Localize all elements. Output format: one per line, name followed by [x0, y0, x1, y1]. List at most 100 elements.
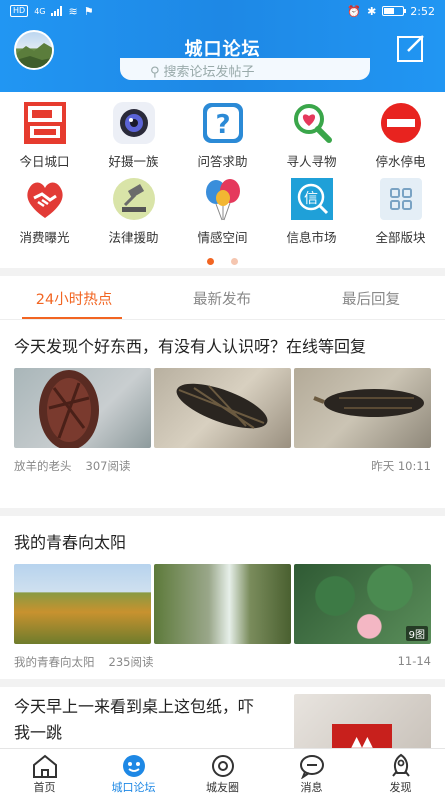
post-image[interactable]: 9图: [294, 564, 431, 644]
nav-home[interactable]: 首页: [0, 753, 89, 795]
page-dot-active[interactable]: [206, 258, 214, 265]
post-image[interactable]: [154, 564, 291, 644]
search-placeholder: 搜索论坛发帖子: [163, 65, 255, 80]
tab-latest[interactable]: 最新发布: [148, 288, 296, 309]
post-time: 11-14: [397, 654, 431, 668]
grid-item-legal[interactable]: 法律援助: [89, 174, 178, 248]
tab-bar: 24小时热点 最新发布 最后回复: [0, 276, 445, 320]
question-icon: ?: [200, 100, 246, 146]
tab-hot[interactable]: 24小时热点: [0, 288, 148, 309]
rocket-icon: [387, 753, 415, 779]
divider: [0, 679, 445, 687]
grid-item-today[interactable]: 今日城口: [0, 98, 89, 172]
post-item[interactable]: 今天早上一来看到桌上这包纸，吓我一跳 ▲▲: [14, 694, 431, 754]
svg-text:信: 信: [304, 191, 318, 207]
nav-label: 城友圈: [206, 781, 239, 794]
camera-icon: [111, 100, 157, 146]
grid-item-emotion[interactable]: 情感空间: [178, 174, 267, 248]
post-image[interactable]: [14, 564, 151, 644]
post-reads: 235阅读: [108, 655, 154, 669]
grid-label: 问答求助: [197, 154, 248, 169]
grid-label: 法律援助: [108, 230, 159, 245]
tab-last-reply[interactable]: 最后回复: [297, 288, 445, 309]
post-meta: 放羊的老头 307阅读 昨天 10:11: [14, 458, 431, 474]
grid-label: 信息市场: [286, 230, 337, 245]
grid-label: 停水停电: [375, 154, 426, 169]
search-icon: ⚲: [150, 65, 160, 80]
page-indicator: [0, 250, 445, 269]
grid-item-outage[interactable]: 停水停电: [356, 98, 445, 172]
notification-icon: ⚑: [83, 4, 94, 18]
network-label: 4G: [34, 6, 46, 16]
handshake-icon: [22, 176, 68, 222]
bottom-nav: 首页 城口论坛 城友圈 消息 发现: [0, 748, 445, 796]
image-count-badge: 9图: [405, 626, 428, 641]
category-grid: 今日城口 好摄一族 ? 问答求助 寻人寻物 停水停电 消费曝光 法律援助 情感空…: [0, 98, 445, 248]
search-input[interactable]: ⚲ 搜索论坛发帖子: [150, 64, 350, 80]
info-icon: 信: [289, 176, 335, 222]
page-dot[interactable]: [231, 258, 239, 265]
grid-label: 情感空间: [197, 230, 248, 245]
hd-badge: HD: [10, 5, 29, 17]
divider: [0, 508, 445, 516]
grid-icon: [378, 176, 424, 222]
nav-label: 首页: [33, 781, 56, 794]
post-image[interactable]: [154, 368, 291, 448]
divider: [0, 268, 445, 276]
app-header: HD 4G ≋ ⚑ ⏰ ✱ 2:52 城口论坛 ⚲ 搜索论坛发帖子: [0, 0, 445, 92]
svg-text:?: ?: [215, 110, 230, 140]
forum-icon: [120, 753, 148, 779]
post-title[interactable]: 今天早上一来看到桌上这包纸，吓我一跳: [14, 694, 264, 746]
grid-item-consumer[interactable]: 消费曝光: [0, 174, 89, 248]
post-image[interactable]: [14, 368, 151, 448]
post-title[interactable]: 我的青春向太阳: [14, 530, 431, 556]
post-images: [14, 368, 431, 448]
nav-messages[interactable]: 消息: [267, 753, 356, 795]
post-meta: 我的青春向太阳 235阅读 11-14: [14, 654, 431, 670]
post-image[interactable]: ▲▲: [294, 694, 431, 754]
tab-indicator: [22, 317, 122, 319]
grid-item-qa[interactable]: ? 问答求助: [178, 98, 267, 172]
post-item[interactable]: 今天发现个好东西，有没有人认识呀？在线等回复 放羊的老头 307阅读 昨天 10…: [14, 334, 431, 474]
post-author[interactable]: 放羊的老头: [14, 458, 72, 474]
moments-icon: [209, 753, 237, 779]
grid-item-find[interactable]: 寻人寻物: [267, 98, 356, 172]
signal-icon: [51, 6, 63, 16]
post-item[interactable]: 我的青春向太阳 9图 我的青春向太阳 235阅读 11-14: [14, 530, 431, 670]
post-time: 昨天 10:11: [371, 459, 431, 473]
gavel-icon: [111, 176, 157, 222]
nav-label: 消息: [300, 781, 323, 794]
stop-icon: [378, 100, 424, 146]
battery-icon: [382, 6, 407, 16]
search-heart-icon: [289, 100, 335, 146]
status-bar: HD 4G ≋ ⚑ ⏰ ✱ 2:52: [0, 0, 445, 22]
nav-label: 城口论坛: [111, 781, 156, 794]
nav-label: 发现: [389, 781, 412, 794]
post-reads: 307阅读: [85, 459, 131, 473]
message-icon: [298, 753, 326, 780]
grid-item-market[interactable]: 信 信息市场: [267, 174, 356, 248]
grid-item-photo[interactable]: 好摄一族: [89, 98, 178, 172]
nav-moments[interactable]: 城友圈: [178, 753, 267, 795]
wifi-icon: ≋: [68, 4, 78, 18]
grid-label: 寻人寻物: [286, 154, 337, 169]
post-image[interactable]: [294, 368, 431, 448]
nav-forum[interactable]: 城口论坛: [89, 753, 178, 795]
home-icon: [31, 753, 59, 779]
alarm-icon: ⏰: [347, 4, 362, 18]
balloons-icon: [200, 176, 246, 222]
nav-discover[interactable]: 发现: [356, 753, 445, 795]
grid-item-all[interactable]: 全部版块: [356, 174, 445, 248]
compose-icon[interactable]: [395, 32, 427, 64]
post-author[interactable]: 我的青春向太阳: [14, 654, 95, 670]
page: HD 4G ≋ ⚑ ⏰ ✱ 2:52 城口论坛 ⚲ 搜索论坛发帖子 今日城口 好…: [0, 0, 445, 796]
post-title[interactable]: 今天发现个好东西，有没有人认识呀？在线等回复: [14, 334, 431, 360]
clock: 2:52: [410, 4, 435, 18]
grid-label: 全部版块: [375, 230, 426, 245]
bluetooth-icon: ✱: [367, 4, 377, 18]
grid-label: 今日城口: [19, 154, 70, 169]
grid-label: 消费曝光: [19, 230, 70, 245]
news-icon: [22, 100, 68, 146]
post-images: 9图: [14, 564, 431, 644]
grid-label: 好摄一族: [108, 154, 159, 169]
